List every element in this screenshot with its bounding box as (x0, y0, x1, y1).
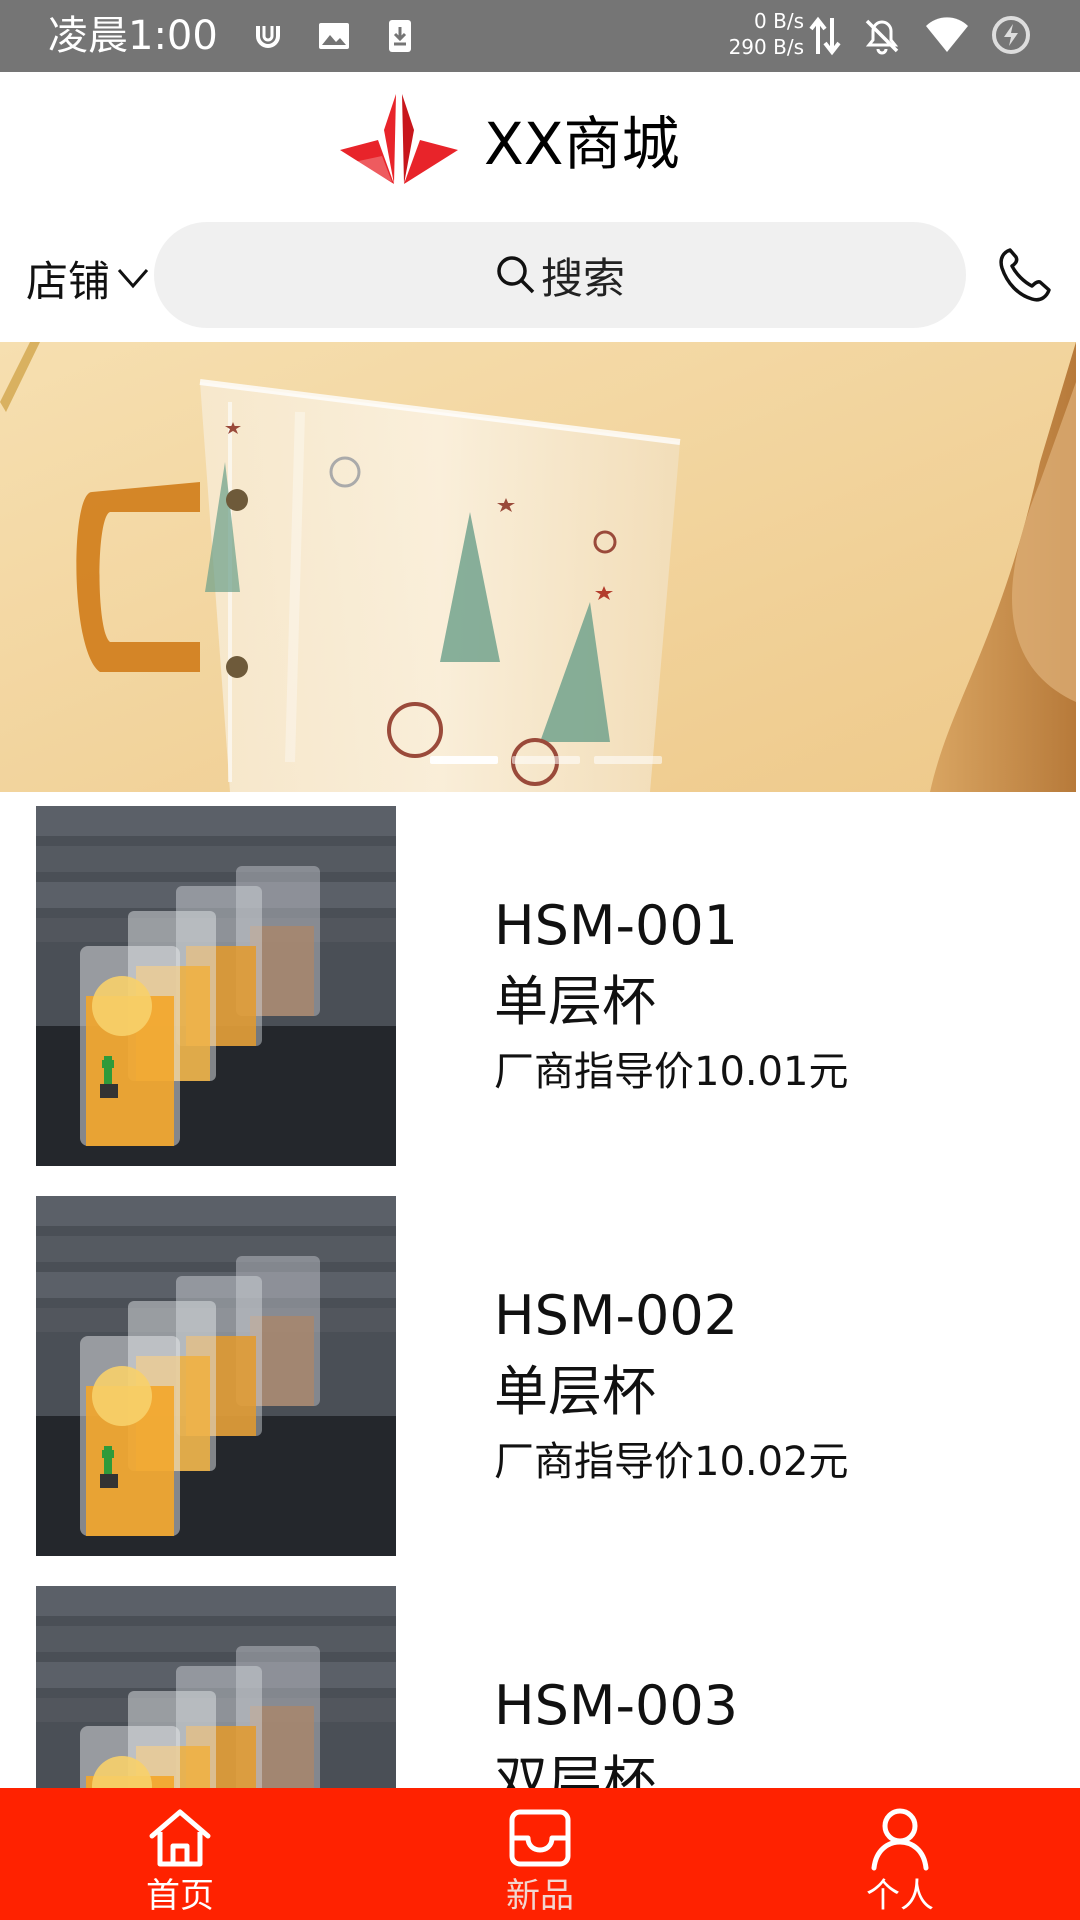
product-item[interactable]: HSM-001 单层杯 厂商指导价10.01元 (0, 806, 1080, 1196)
download-icon (389, 20, 411, 52)
home-icon (149, 1809, 211, 1867)
nav-label-home: 首页 (146, 1876, 214, 1916)
carousel-dot[interactable] (430, 756, 498, 764)
status-time: 凌晨1:00 (48, 13, 218, 59)
phone-icon[interactable] (994, 244, 1054, 304)
search-row: 店铺 搜索 (0, 220, 1080, 340)
nav-label-new: 新品 (506, 1876, 574, 1916)
battery-saver-icon (992, 16, 1030, 54)
product-thumbnail (36, 1196, 396, 1556)
status-bar: 凌晨1:00 0 B/s 290 B/s (0, 0, 1080, 72)
wifi-icon (926, 17, 968, 52)
nav-label-profile: 个人 (866, 1876, 934, 1916)
product-image (36, 1196, 396, 1556)
chevron-down-icon (117, 269, 149, 289)
carousel-dot[interactable] (512, 756, 580, 764)
person-icon (871, 1808, 929, 1871)
loop-icon (256, 26, 280, 48)
banner-carousel[interactable] (0, 342, 1076, 792)
app-title: XX商城 (484, 110, 680, 178)
nav-item-home[interactable]: 首页 (80, 1788, 280, 1920)
product-price: 厂商指导价10.01元 (494, 1049, 849, 1095)
net-down-speed: 290 B/s (728, 35, 804, 59)
carousel-indicators (430, 756, 662, 764)
search-placeholder: 搜索 (540, 253, 625, 303)
shop-dropdown[interactable]: 店铺 (26, 248, 150, 308)
product-code: HSM-002 (494, 1284, 739, 1347)
network-speed: 0 B/s 290 B/s (720, 8, 804, 60)
product-thumbnail (36, 806, 396, 1166)
product-info: HSM-002 单层杯 厂商指导价10.02元 (494, 1280, 849, 1490)
app-header: XX商城 (0, 72, 1080, 220)
nav-item-profile[interactable]: 个人 (800, 1788, 1000, 1920)
bottom-nav: 首页 新品 个人 (0, 1788, 1080, 1920)
product-name: 单层杯 (494, 1360, 656, 1423)
product-code: HSM-001 (494, 894, 739, 957)
banner-image (0, 342, 1076, 792)
product-info: HSM-001 单层杯 厂商指导价10.01元 (494, 890, 849, 1100)
product-code: HSM-003 (494, 1674, 739, 1737)
nav-item-new[interactable]: 新品 (440, 1788, 640, 1920)
app-logo (340, 94, 458, 184)
data-arrows-icon (809, 16, 841, 56)
inbox-icon (509, 1809, 571, 1867)
shop-dropdown-label: 店铺 (26, 256, 111, 306)
product-price: 厂商指导价10.02元 (494, 1439, 849, 1485)
search-bar[interactable]: 搜索 (154, 222, 966, 328)
image-icon (319, 23, 349, 49)
bell-off-icon (865, 19, 899, 55)
search-icon (497, 256, 535, 294)
net-up-speed: 0 B/s (754, 9, 804, 33)
product-item[interactable]: HSM-002 单层杯 厂商指导价10.02元 (0, 1196, 1080, 1586)
product-name: 单层杯 (494, 970, 656, 1033)
product-image (36, 806, 396, 1166)
carousel-dot[interactable] (594, 756, 662, 764)
